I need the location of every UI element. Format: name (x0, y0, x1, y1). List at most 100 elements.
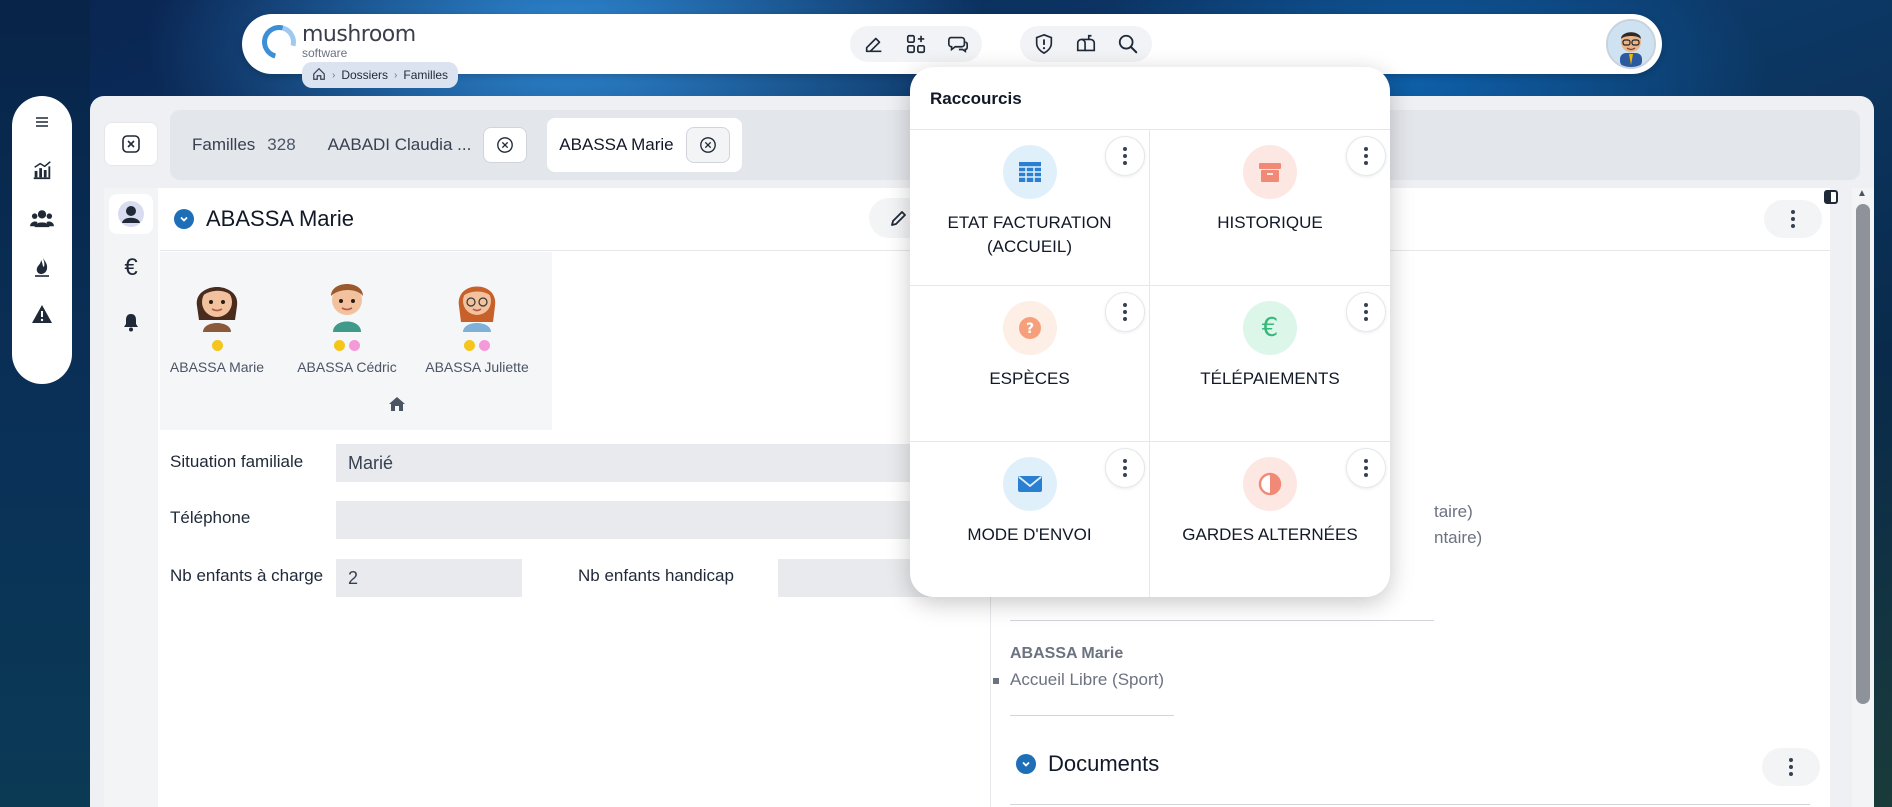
activity-item: Accueil Libre (Sport) (992, 670, 1165, 689)
euro-icon[interactable]: € (109, 248, 153, 288)
children-label: Nb enfants à charge (170, 566, 324, 585)
more-vertical-icon (1123, 303, 1127, 321)
scroll-thumb[interactable] (1856, 204, 1870, 704)
question-icon: ? (1002, 301, 1057, 355)
shortcut-etat-facturation[interactable]: ETAT FACTURATION (ACCUEIL) (910, 130, 1150, 286)
shortcut-especes[interactable]: ? ESPÈCES (910, 286, 1150, 442)
table-icon (1002, 145, 1057, 199)
tile-more-button[interactable] (1346, 292, 1386, 332)
tile-more-button[interactable] (1346, 136, 1386, 176)
situation-field[interactable]: Marié (336, 444, 996, 482)
chart-icon[interactable] (26, 154, 58, 186)
close-circle-icon (497, 137, 514, 153)
divider (1010, 620, 1434, 621)
telephone-field[interactable] (336, 501, 996, 539)
tag-dot (211, 340, 223, 351)
half-circle-icon (1243, 457, 1297, 511)
breadcrumb-familles[interactable]: Familles (403, 68, 448, 82)
user-avatar[interactable] (1606, 19, 1656, 69)
logo-name: mushroom (302, 22, 416, 47)
add-widget-icon[interactable] (898, 26, 934, 62)
home-icon[interactable] (312, 67, 326, 84)
tab-abassa[interactable]: ABASSA Marie (547, 118, 742, 172)
more-vertical-icon (1364, 147, 1368, 165)
member-card[interactable]: ABASSA Cédric (282, 266, 412, 375)
member-card[interactable]: ABASSA Marie (152, 266, 282, 375)
shortcut-gardes-alternees[interactable]: GARDES ALTERNÉES (1150, 442, 1390, 597)
menu-icon[interactable] (26, 106, 58, 138)
chevron-down-icon[interactable] (174, 209, 194, 229)
member-name: ABASSA Marie (169, 359, 265, 375)
more-vertical-icon (1791, 210, 1795, 228)
more-options-button[interactable] (1764, 200, 1822, 238)
search-icon[interactable] (1110, 26, 1146, 62)
situation-label: Situation familiale (170, 452, 304, 471)
panel-toggle-icon[interactable] (1824, 190, 1838, 204)
edit-icon[interactable] (856, 26, 892, 62)
breadcrumb-separator: › (332, 69, 336, 81)
family-members: ABASSA Marie ABASSA Cédric ABASSA Juliet… (160, 252, 552, 430)
documents-title: Documents (1048, 751, 1160, 776)
close-all-tabs-button[interactable] (104, 122, 158, 166)
tab-familles[interactable]: Familles 328 (180, 118, 308, 172)
logo[interactable]: mushroom software (255, 18, 416, 65)
home-icon[interactable] (388, 396, 406, 417)
tile-label: ETAT FACTURATION (ACCUEIL) (947, 213, 1112, 256)
toolbar-group-2 (1020, 26, 1152, 62)
logo-sub: software (302, 46, 348, 60)
shortcuts-popup: Raccourcis ETAT FACTURATION (ACCUEIL) HI… (910, 67, 1390, 597)
chat-icon[interactable] (940, 26, 976, 62)
divider (1010, 715, 1174, 716)
tag-dot (334, 340, 345, 351)
users-icon[interactable] (26, 202, 58, 234)
tile-more-button[interactable] (1105, 292, 1145, 332)
left-rail (12, 96, 72, 384)
breadcrumb-separator: › (394, 69, 398, 81)
close-tab-button[interactable] (685, 127, 730, 163)
scrollbar[interactable]: ▲ (1852, 188, 1874, 807)
tile-more-button[interactable] (1105, 136, 1145, 176)
shortcut-telepaiements[interactable]: € TÉLÉPAIEMENTS (1150, 286, 1390, 442)
handicap-label: Nb enfants handicap (578, 566, 734, 585)
tab-label: AABADI Claudia ... (327, 135, 472, 154)
tab-aabadi[interactable]: AABADI Claudia ... (316, 118, 540, 172)
bell-icon[interactable] (109, 302, 153, 342)
divider (1010, 804, 1810, 805)
member-avatar (319, 266, 375, 336)
documents-more-button[interactable] (1762, 748, 1820, 786)
shortcut-historique[interactable]: HISTORIQUE (1150, 130, 1390, 286)
scroll-up-icon[interactable]: ▲ (1857, 188, 1867, 199)
chevron-down-icon[interactable] (1016, 754, 1036, 774)
member-card[interactable]: ABASSA Juliette (412, 266, 542, 375)
tab-label: ABASSA Marie (559, 135, 674, 154)
flame-icon[interactable] (26, 250, 58, 282)
mailbox-icon[interactable] (1068, 26, 1104, 62)
family-header: ABASSA Marie (174, 206, 354, 232)
top-bar: mushroom software › Dossiers › Familles (242, 14, 1662, 88)
tag-dot (464, 340, 475, 351)
children-field[interactable]: 2 (336, 559, 522, 597)
popup-title: Raccourcis (930, 89, 1022, 108)
member-avatar (449, 266, 505, 336)
tab-label: Familles (192, 135, 256, 154)
person-icon[interactable] (109, 194, 153, 234)
breadcrumb-dossiers[interactable]: Dossiers (341, 68, 388, 82)
pencil-icon (891, 211, 906, 226)
section-nav: € (104, 188, 158, 807)
shield-alert-icon[interactable] (1026, 26, 1062, 62)
toolbar-group-1 (850, 26, 982, 62)
family-title: ABASSA Marie (206, 206, 354, 231)
envelope-icon (1002, 457, 1057, 511)
close-tab-button[interactable] (483, 127, 528, 163)
tile-label: GARDES ALTERNÉES (1182, 525, 1358, 544)
member-name: ABASSA Cédric (297, 359, 397, 375)
tile-more-button[interactable] (1105, 448, 1145, 488)
tile-more-button[interactable] (1346, 448, 1386, 488)
warning-icon[interactable] (26, 298, 58, 330)
archive-icon (1243, 145, 1297, 199)
telephone-label: Téléphone (170, 508, 251, 527)
tab-count: 328 (267, 135, 296, 154)
shortcut-mode-envoi[interactable]: MODE D'ENVOI (910, 442, 1150, 597)
more-vertical-icon (1789, 758, 1793, 776)
svg-text:?: ? (1025, 321, 1033, 337)
